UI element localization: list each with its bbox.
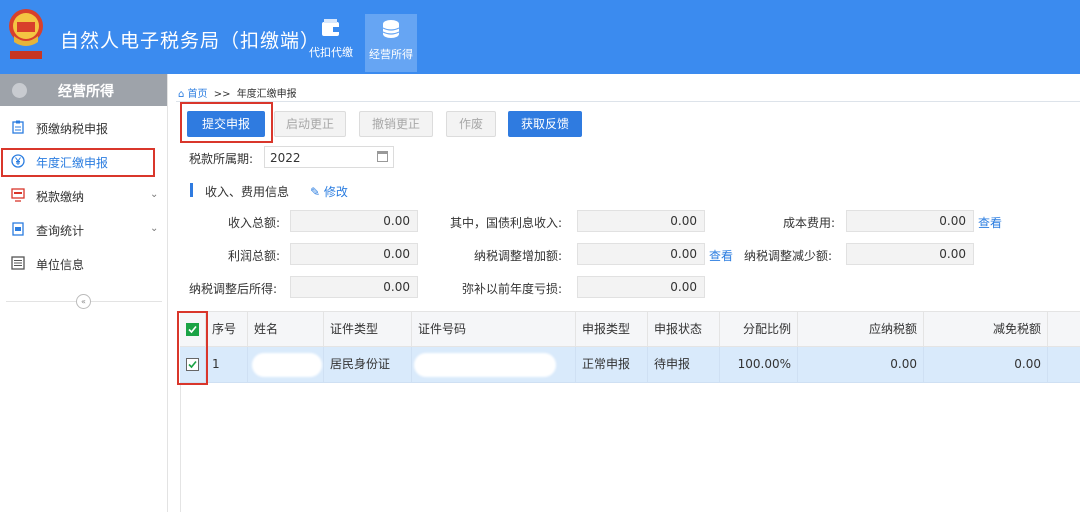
monitor-icon: [11, 188, 25, 202]
sidebar-item-tax-payment[interactable]: 税款缴纳 ⌄: [0, 178, 167, 212]
column-header: 申报状态: [648, 312, 720, 346]
total-profit-label: 利润总额:: [228, 249, 281, 263]
row-tax-relief: 0.00: [924, 347, 1048, 382]
annotation-highlight-checkbox: [177, 311, 208, 385]
nav-tile-label: 代扣代缴: [309, 46, 353, 59]
edit-link[interactable]: ✎ 修改: [310, 183, 348, 200]
nav-tile-business-income[interactable]: 经营所得: [365, 14, 417, 72]
sidebar-heading: 经营所得: [0, 74, 167, 106]
get-feedback-button[interactable]: 获取反馈: [508, 111, 582, 137]
column-header: 申报类型: [576, 312, 648, 346]
list-icon: [11, 256, 25, 270]
breadcrumb-separator: >>: [213, 89, 231, 100]
row-tax-payable: 0.00: [798, 347, 924, 382]
tax-adjust-increase-label: 纳税调整增加额:: [474, 249, 563, 263]
breadcrumb: ⌂ 首页 >> 年度汇缴申报: [178, 85, 297, 100]
column-header: 证件类型: [324, 312, 412, 346]
table-row[interactable]: 1 居民身份证 正常申报 待申报 100.00% 0.00 0.00: [180, 347, 1080, 383]
module-icon: [12, 83, 27, 98]
sidebar-item-label: 预缴纳税申报: [36, 122, 109, 136]
home-icon: ⌂: [178, 89, 185, 100]
clipboard-icon: [12, 120, 24, 134]
void-button[interactable]: 作废: [446, 111, 496, 137]
cancel-correction-button[interactable]: 撤销更正: [359, 111, 433, 137]
tax-period-input[interactable]: 2022: [264, 146, 394, 168]
coins-icon: [382, 20, 400, 38]
bond-interest-label: 其中，国债利息收入:: [450, 216, 563, 230]
sidebar-collapse: «: [0, 294, 168, 309]
wallet-icon: [322, 19, 339, 36]
total-profit-field: 0.00: [290, 243, 418, 265]
divider: [176, 101, 1080, 102]
section-title-label: 收入、费用信息: [205, 185, 290, 199]
app-title: 自然人电子税务局（扣缴端）: [60, 30, 321, 52]
sidebar-item-label: 查询统计: [36, 224, 85, 238]
sidebar-item-query-stats[interactable]: 查询统计 ⌄: [0, 212, 167, 246]
cost-view-link[interactable]: 查看: [978, 214, 1002, 231]
column-header: 姓名: [248, 312, 324, 346]
annotation-highlight-sidebar: [1, 148, 155, 177]
tax-adjust-increase-view-link[interactable]: 查看: [709, 247, 733, 264]
section-marker: [190, 183, 193, 197]
collapse-sidebar-button[interactable]: «: [76, 294, 91, 309]
sidebar-item-label: 税款缴纳: [36, 190, 85, 204]
sidebar-item-label: 单位信息: [36, 258, 85, 272]
breadcrumb-home-link[interactable]: 首页: [188, 89, 208, 100]
column-header: 序号: [206, 312, 248, 346]
prior-losses-field: 0.00: [577, 276, 705, 298]
cost-field: 0.00: [846, 210, 974, 232]
sidebar: 经营所得 预缴纳税申报 年度汇缴申报 税款缴纳 ⌄ 查询统计 ⌄ 单位信息 «: [0, 74, 168, 512]
chevron-down-icon: ⌄: [150, 189, 159, 200]
tax-adjust-decrease-label: 纳税调整减少额:: [744, 249, 833, 263]
sidebar-item-unit-info[interactable]: 单位信息: [0, 246, 167, 280]
column-header: 应纳税额: [798, 312, 924, 346]
total-income-label: 收入总额:: [228, 216, 281, 230]
top-header: 自然人电子税务局（扣缴端） 代扣代缴 经营所得: [0, 0, 1080, 74]
column-header: 分配比例: [720, 312, 798, 346]
row-status: 待申报: [648, 347, 720, 382]
redacted-id-mask: [414, 353, 556, 377]
document-icon: [12, 222, 24, 236]
sidebar-item-prepayment[interactable]: 预缴纳税申报: [0, 110, 167, 144]
tax-period-label: 税款所属期:: [189, 152, 254, 166]
row-id-type: 居民身份证: [324, 347, 412, 382]
nav-tile-label: 经营所得: [369, 48, 413, 61]
table-header: 序号 姓名 证件类型 证件号码 申报类型 申报状态 分配比例 应纳税额 减免税额: [180, 311, 1080, 347]
tax-adjust-increase-field: 0.00: [577, 243, 705, 265]
pencil-icon: ✎: [310, 185, 321, 199]
cost-label: 成本费用:: [783, 216, 836, 230]
breadcrumb-current: 年度汇缴申报: [236, 89, 297, 100]
column-header: 减免税额: [924, 312, 1048, 346]
tax-period-value: 2022: [270, 151, 301, 165]
tax-emblem-logo: [9, 9, 43, 59]
prior-losses-label: 弥补以前年度亏损:: [462, 282, 563, 296]
start-correction-button[interactable]: 启动更正: [274, 111, 346, 137]
adjusted-income-field: 0.00: [290, 276, 418, 298]
nav-tile-withholding[interactable]: 代扣代缴: [305, 14, 357, 72]
annotation-highlight-submit: [180, 102, 273, 143]
edit-link-label: 修改: [323, 185, 348, 199]
tax-adjust-decrease-field: 0.00: [846, 243, 974, 265]
column-header: 证件号码: [412, 312, 576, 346]
adjusted-income-label: 纳税调整后所得:: [189, 282, 278, 296]
row-number: 1: [206, 347, 248, 382]
sidebar-heading-label: 经营所得: [58, 84, 114, 100]
redacted-name-mask: [252, 353, 322, 377]
calendar-icon[interactable]: [377, 151, 388, 162]
total-income-field: 0.00: [290, 210, 418, 232]
row-ratio: 100.00%: [720, 347, 798, 382]
bond-interest-field: 0.00: [577, 210, 705, 232]
row-declare-type: 正常申报: [576, 347, 648, 382]
chevron-down-icon: ⌄: [150, 223, 159, 234]
